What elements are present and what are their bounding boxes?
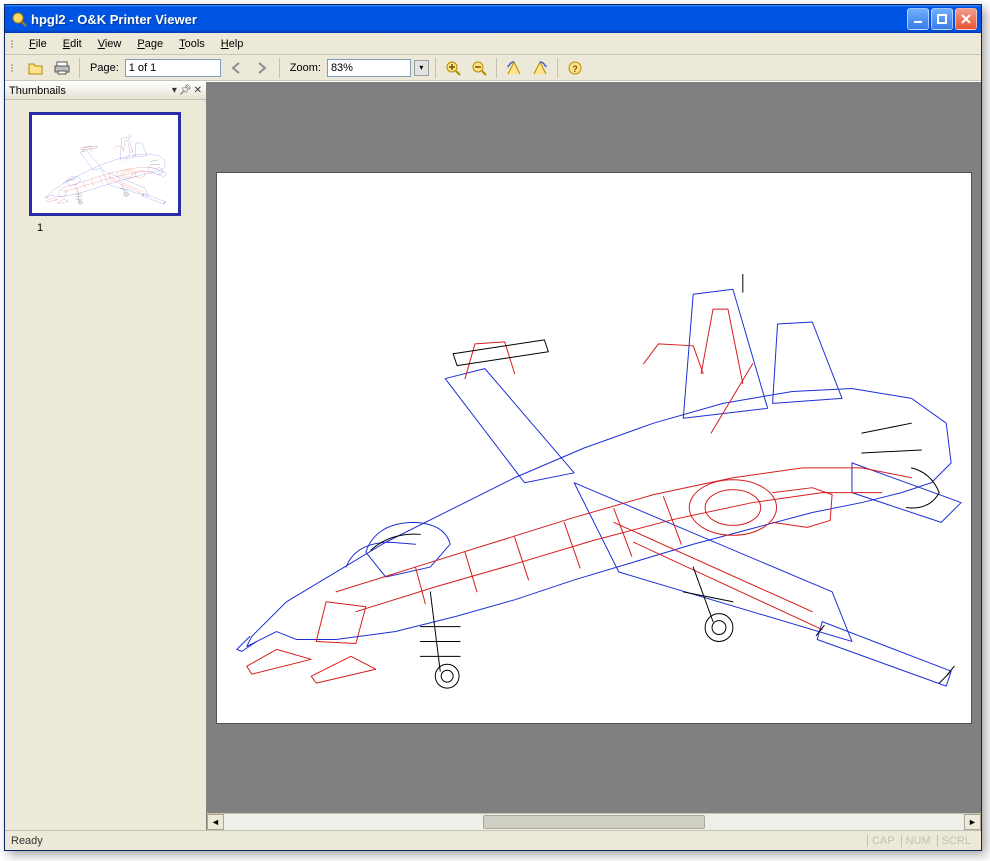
page-input[interactable] xyxy=(125,59,221,77)
thumbnails-panel: Thumbnails ▾ 📌︎ ✕ 1 xyxy=(5,82,207,830)
app-body: Thumbnails ▾ 📌︎ ✕ 1 xyxy=(5,81,981,830)
toolbar: Page: Zoom: 83% ▾ ? xyxy=(5,55,981,81)
scroll-right-button[interactable]: ► xyxy=(964,814,981,830)
zoom-combo[interactable]: 83% xyxy=(327,59,411,77)
menu-grip[interactable] xyxy=(11,40,17,48)
page-canvas xyxy=(216,172,972,724)
open-button[interactable] xyxy=(25,57,47,79)
statusbar: Ready CAP NUM SCRL xyxy=(5,830,981,850)
close-button[interactable] xyxy=(955,8,977,30)
menu-view[interactable]: View xyxy=(90,36,130,52)
page-label: Page: xyxy=(86,62,121,74)
zoom-dropdown-button[interactable]: ▾ xyxy=(414,60,429,76)
toolbar-sep-2 xyxy=(279,58,280,78)
zoom-out-button[interactable] xyxy=(468,57,490,79)
panel-menu-icon[interactable]: ▾ xyxy=(172,85,177,96)
menu-tools[interactable]: Tools xyxy=(171,36,213,52)
window-title: hpgl2 - O&K Printer Viewer xyxy=(31,12,907,27)
print-button[interactable] xyxy=(51,57,73,79)
scroll-thumb[interactable] xyxy=(483,815,705,829)
svg-text:?: ? xyxy=(572,64,578,74)
menu-help[interactable]: Help xyxy=(213,36,252,52)
menu-edit[interactable]: Edit xyxy=(55,36,90,52)
toolbar-sep-5 xyxy=(557,58,558,78)
zoom-label: Zoom: xyxy=(286,62,323,74)
status-text: Ready xyxy=(11,835,43,847)
thumbnails-header: Thumbnails ▾ 📌︎ ✕ xyxy=(5,82,206,100)
thumbnail-1[interactable] xyxy=(29,112,181,216)
titlebar: hpgl2 - O&K Printer Viewer xyxy=(5,5,981,33)
app-window: hpgl2 - O&K Printer Viewer File Edit Vie… xyxy=(4,4,982,851)
thumbnails-body: 1 xyxy=(5,100,206,830)
status-num: NUM xyxy=(901,835,935,847)
viewer: ◄ ► xyxy=(207,82,981,830)
zoom-in-button[interactable] xyxy=(442,57,464,79)
maximize-button[interactable] xyxy=(931,8,953,30)
status-scrl: SCRL xyxy=(937,835,975,847)
prev-page-button[interactable] xyxy=(225,57,247,79)
zoom-value: 83% xyxy=(331,62,353,74)
horizontal-scrollbar[interactable]: ◄ ► xyxy=(207,813,981,830)
next-page-button[interactable] xyxy=(251,57,273,79)
menu-file[interactable]: File xyxy=(21,36,55,52)
app-icon xyxy=(11,11,27,27)
minimize-button[interactable] xyxy=(907,8,929,30)
menu-page[interactable]: Page xyxy=(129,36,171,52)
scroll-track[interactable] xyxy=(224,814,964,830)
thumbnails-title: Thumbnails xyxy=(9,85,66,97)
panel-close-icon[interactable]: ✕ xyxy=(194,85,202,96)
scroll-left-button[interactable]: ◄ xyxy=(207,814,224,830)
menubar: File Edit View Page Tools Help xyxy=(5,33,981,55)
canvas-area[interactable] xyxy=(207,82,981,813)
help-button[interactable]: ? xyxy=(564,57,586,79)
rotate-right-button[interactable] xyxy=(529,57,551,79)
toolbar-sep-4 xyxy=(496,58,497,78)
toolbar-sep-3 xyxy=(435,58,436,78)
rotate-left-button[interactable] xyxy=(503,57,525,79)
toolbar-grip[interactable] xyxy=(11,64,17,72)
status-cap: CAP xyxy=(867,835,899,847)
thumbnail-1-label: 1 xyxy=(37,222,194,234)
pin-icon[interactable]: 📌︎ xyxy=(179,85,192,96)
toolbar-sep-1 xyxy=(79,58,80,78)
